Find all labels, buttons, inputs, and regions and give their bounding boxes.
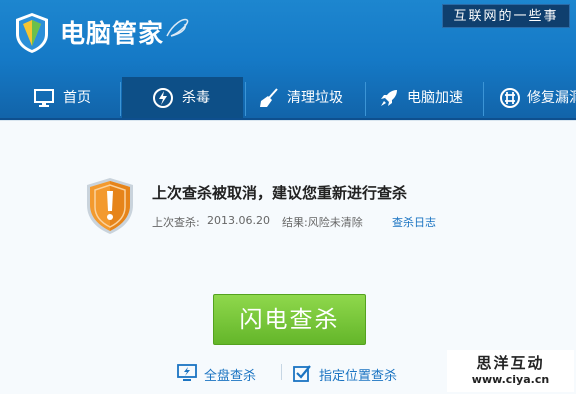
patch-icon [500,88,520,108]
tab-repair-label: 修复漏洞 [527,90,576,106]
rocket-icon [381,90,397,106]
monitor-icon [34,89,54,107]
watermark-title: 思洋互动 [476,354,545,372]
nav-divider [120,82,121,116]
tab-speedup-label: 电脑加速 [407,90,463,106]
swirl-icon [166,18,189,37]
nav-divider [365,82,366,116]
nav-bar: 首页 杀毒 清理垃圾 电脑加速 修复漏 [0,77,576,119]
broom-icon [260,88,278,107]
nav-divider [245,82,246,116]
full-scan-label: 全盘查杀 [204,369,257,384]
scan-log-link[interactable]: 查杀日志 [392,214,436,230]
last-scan-date: 2013.06.20 [207,214,270,227]
watermark: 思洋互动 www.ciya.cn [447,350,574,392]
tab-home[interactable]: 首页 [0,77,118,119]
warning-shield-icon [87,178,133,234]
nav-divider [483,82,484,116]
header: 电脑管家 互联网的一些事 首页 杀毒 清理垃圾 电脑加速 修复漏 [0,0,576,120]
tab-antivirus[interactable]: 杀毒 [122,77,243,119]
slogan-badge[interactable]: 互联网的一些事 [442,4,570,28]
app-title: 电脑管家 [60,19,165,48]
quick-scan-button[interactable]: 闪电查杀 [213,294,366,345]
tab-speedup[interactable]: 电脑加速 [367,77,481,119]
monitor-lightning-icon [177,364,197,381]
scan-result: 结果:风险未清除 [282,216,363,229]
tab-clean-label: 清理垃圾 [287,90,343,106]
app-window: 电脑管家 互联网的一些事 首页 杀毒 清理垃圾 电脑加速 修复漏 上次查杀被取消… [0,0,576,394]
custom-scan-label: 指定位置查杀 [319,369,398,384]
tab-clean[interactable]: 清理垃圾 [247,77,363,119]
tab-home-label: 首页 [63,90,91,106]
last-scan-label: 上次查杀: [152,216,200,229]
option-divider [281,364,282,380]
tab-repair[interactable]: 修复漏洞 [485,77,576,119]
watermark-url: www.ciya.cn [471,373,550,386]
status-title: 上次查杀被取消，建议您重新进行查杀 [152,184,408,202]
checkbox-icon [293,365,311,382]
tab-antivirus-label: 杀毒 [182,90,210,106]
lightning-icon [153,88,173,108]
shield-logo-icon [16,13,48,53]
